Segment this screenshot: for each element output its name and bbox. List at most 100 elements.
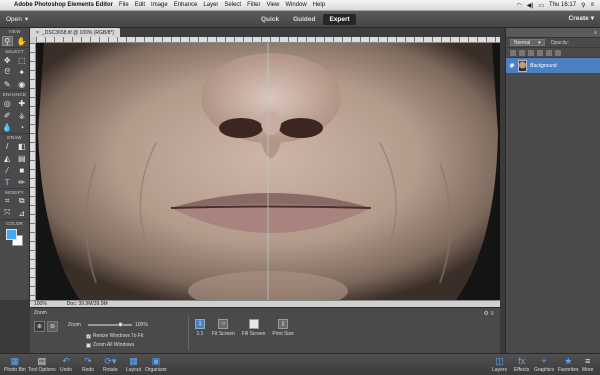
new-group-icon[interactable]: [519, 49, 525, 56]
menu-view[interactable]: View: [266, 2, 279, 8]
image-canvas[interactable]: [36, 43, 500, 300]
menu-enhance[interactable]: Enhance: [174, 2, 198, 8]
layers-panel: ≡ Normal ▾ Opacity: ◉ Background: [505, 28, 600, 353]
menu-image[interactable]: Image: [151, 2, 168, 8]
effects-label: Effects: [514, 367, 530, 373]
photo-bin-button[interactable]: ▦ Photo Bin: [4, 356, 26, 373]
clone-stamp-icon[interactable]: ⚶: [16, 110, 27, 120]
hand-tool-icon[interactable]: ✋: [16, 36, 27, 46]
sponge-tool-icon[interactable]: ◔: [16, 122, 27, 132]
effects-button[interactable]: fx Effects: [514, 356, 529, 373]
menu-window[interactable]: Window: [285, 2, 306, 8]
menu-edit[interactable]: Edit: [135, 2, 145, 8]
healing-brush-icon[interactable]: ✚: [16, 98, 27, 108]
quick-select-icon[interactable]: ✎: [2, 79, 13, 89]
blur-tool-icon[interactable]: 💧: [2, 122, 13, 132]
fill-screen-button[interactable]: Fill Screen: [242, 319, 265, 337]
zoom-slider[interactable]: [88, 322, 132, 327]
battery-icon[interactable]: ▭: [538, 2, 544, 9]
mode-expert[interactable]: Expert: [323, 14, 356, 25]
menu-file[interactable]: File: [119, 2, 129, 8]
app-name-menu[interactable]: Adobe Photoshop Elements Editor: [14, 2, 113, 8]
mode-guided[interactable]: Guided: [287, 14, 321, 25]
recompose-tool-icon[interactable]: ⧉: [16, 196, 27, 206]
rotate-button[interactable]: ⟳▾ Rotate: [103, 356, 118, 373]
open-button[interactable]: Open ▾: [6, 15, 36, 24]
photo-bin-icon: ▦: [10, 356, 20, 366]
blend-mode-select[interactable]: Normal ▾: [510, 39, 545, 46]
tool-options-button[interactable]: ▤ Tool Options: [28, 356, 56, 373]
menu-filter[interactable]: Filter: [247, 2, 260, 8]
crop-tool-icon[interactable]: ⌗: [2, 196, 13, 206]
section-draw-label: DRAW: [0, 133, 29, 140]
eye-tool-icon[interactable]: ◉: [16, 79, 27, 89]
document-tab[interactable]: × _DSC3658.tif @ 100% (RGB/8*): [30, 28, 120, 37]
undo-button[interactable]: ↶ Undo: [60, 356, 72, 373]
eyedropper-icon[interactable]: ⁄: [2, 165, 13, 175]
move-tool-icon[interactable]: ✥: [2, 55, 13, 65]
menu-layer[interactable]: Layer: [203, 2, 218, 8]
red-eye-icon[interactable]: ◎: [2, 98, 13, 108]
zoom-out-button[interactable]: ⊖: [47, 321, 58, 332]
lasso-tool-icon[interactable]: ᘓ: [2, 67, 13, 77]
graphics-button[interactable]: + Graphics: [534, 356, 554, 373]
type-tool-icon[interactable]: T: [2, 177, 13, 187]
favorites-button[interactable]: ★ Favorites: [558, 356, 579, 373]
shape-tool-icon[interactable]: ■: [16, 165, 27, 175]
search-icon[interactable]: ⚲: [581, 2, 585, 9]
print-size-label: Print Size: [272, 331, 294, 337]
adjustment-layer-icon[interactable]: [528, 49, 534, 56]
fit-screen-button[interactable]: □ Fit Screen: [212, 319, 235, 337]
organizer-button[interactable]: ▣ Organizer: [145, 356, 167, 373]
zoom-all-checkbox[interactable]: [86, 342, 91, 348]
trash-icon[interactable]: [555, 49, 561, 56]
panel-options-icon[interactable]: ⚙ ≡: [483, 310, 494, 317]
foreground-color-swatch[interactable]: [6, 229, 17, 240]
close-icon[interactable]: ×: [36, 30, 39, 36]
fit-screen-icon: □: [218, 319, 229, 329]
marquee-tool-icon[interactable]: ⬚: [16, 55, 27, 65]
mac-menubar: Adobe Photoshop Elements Editor File Edi…: [0, 0, 600, 11]
layout-button[interactable]: ▦ Layout: [126, 356, 141, 373]
menu-help[interactable]: Help: [313, 2, 325, 8]
one-to-one-button[interactable]: 1 1:1: [195, 319, 205, 337]
smart-brush-icon[interactable]: ✐: [2, 110, 13, 120]
zoom-tool-icon[interactable]: ⚲: [1, 36, 13, 46]
zoom-all-option[interactable]: Zoom All Windows: [86, 342, 134, 348]
clock[interactable]: Thu 16:17: [549, 2, 576, 8]
zoom-in-button[interactable]: ⊕: [34, 321, 45, 332]
mask-icon[interactable]: [537, 49, 543, 56]
document-status-bar: 100% Doc: 39.9M/39.9M: [30, 300, 500, 307]
layers-button[interactable]: ◫ Layers: [492, 356, 507, 373]
more-button[interactable]: ≡ More: [582, 356, 593, 373]
mode-quick[interactable]: Quick: [255, 14, 285, 25]
zoom-slider-knob[interactable]: [118, 322, 123, 327]
layer-row-background[interactable]: ◉ Background: [506, 58, 600, 73]
resize-windows-checkbox[interactable]: ✓: [86, 333, 91, 339]
one-to-one-icon: 1: [195, 319, 205, 329]
notification-icon[interactable]: ≡: [590, 2, 594, 8]
pencil-tool-icon[interactable]: ✏: [16, 177, 27, 187]
menu-select[interactable]: Select: [224, 2, 241, 8]
redo-button[interactable]: ↷ Redo: [82, 356, 94, 373]
star-icon: ★: [564, 356, 573, 366]
resize-windows-option[interactable]: ✓ Resize Windows To Fit: [86, 333, 143, 339]
new-layer-icon[interactable]: [510, 49, 516, 56]
content-aware-move-icon[interactable]: ⤧: [2, 208, 13, 218]
wifi-icon[interactable]: ◠: [517, 2, 522, 9]
create-button[interactable]: Create ▾: [569, 14, 595, 23]
panel-menu-button[interactable]: ≡: [506, 28, 600, 38]
straighten-tool-icon[interactable]: ⊿: [16, 208, 27, 218]
zoom-label: Zoom: [68, 322, 81, 328]
eraser-tool-icon[interactable]: ◧: [16, 141, 27, 151]
print-size-button[interactable]: ▯ Print Size: [272, 319, 294, 337]
brush-tool-icon[interactable]: /: [2, 141, 13, 151]
eye-icon[interactable]: ◉: [509, 62, 515, 69]
undo-icon: ↶: [62, 356, 70, 366]
organizer-label: Organizer: [145, 367, 167, 373]
lock-icon[interactable]: [546, 49, 552, 56]
gradient-tool-icon[interactable]: ▤: [16, 153, 27, 163]
magic-wand-icon[interactable]: ✦: [16, 67, 27, 77]
paint-bucket-icon[interactable]: ◭: [2, 153, 13, 163]
volume-icon[interactable]: ◀): [527, 2, 534, 9]
